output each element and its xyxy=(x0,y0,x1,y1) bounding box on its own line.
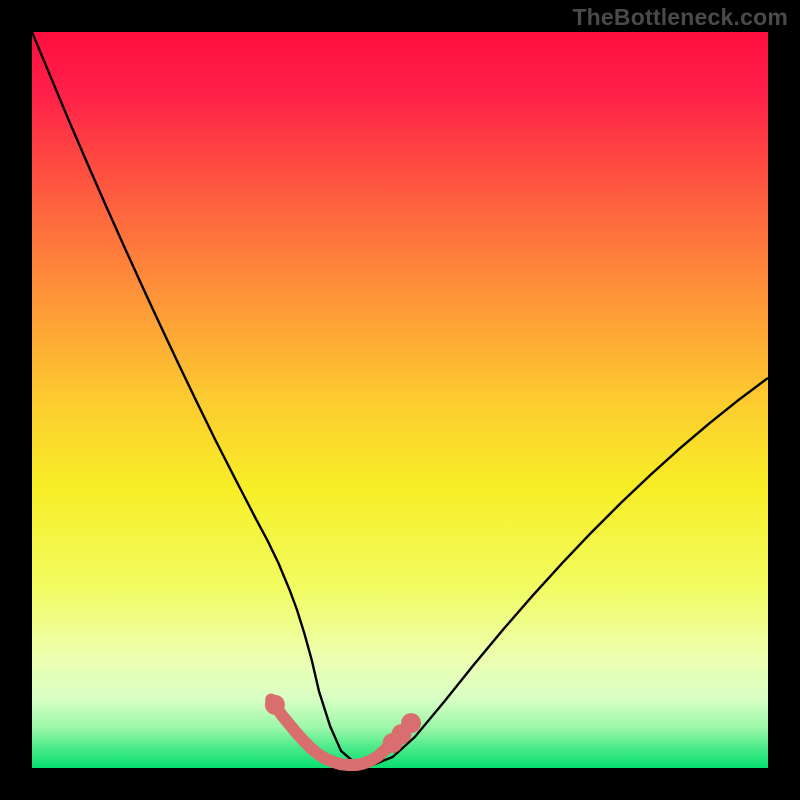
bottleneck-chart xyxy=(0,0,800,800)
plot-background xyxy=(32,32,768,768)
marker-point xyxy=(265,695,285,715)
chart-stage: TheBottleneck.com xyxy=(0,0,800,800)
marker-point xyxy=(401,713,421,733)
